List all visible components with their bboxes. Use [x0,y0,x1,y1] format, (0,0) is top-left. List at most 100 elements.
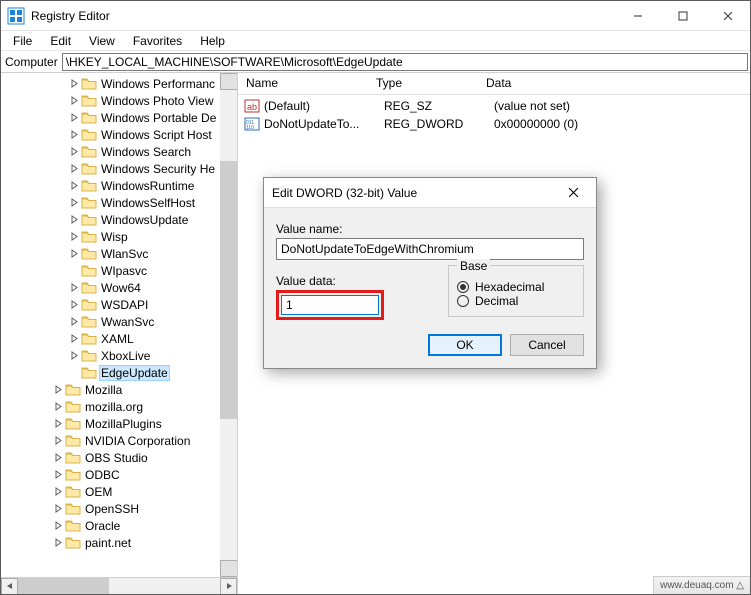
maximize-button[interactable] [660,1,705,30]
tree-item[interactable]: OBS Studio [3,449,237,466]
tree-item[interactable]: Windows Portable De [3,109,237,126]
ok-button[interactable]: OK [428,334,502,356]
chevron-right-icon[interactable] [51,470,65,479]
scroll-up-button[interactable] [220,73,238,90]
radio-decimal[interactable]: Decimal [457,294,575,308]
list-row[interactable]: ab(Default)REG_SZ(value not set) [238,97,750,115]
tree-item-label: OpenSSH [83,502,141,516]
menu-edit[interactable]: Edit [42,32,79,50]
chevron-right-icon[interactable] [67,334,81,343]
radio-hexadecimal[interactable]: Hexadecimal [457,280,575,294]
chevron-right-icon[interactable] [51,402,65,411]
chevron-right-icon[interactable] [67,198,81,207]
chevron-right-icon[interactable] [51,521,65,530]
chevron-right-icon[interactable] [67,96,81,105]
tree-item[interactable]: WlanSvc [3,245,237,262]
tree-item[interactable]: WindowsRuntime [3,177,237,194]
tree-item-label: NVIDIA Corporation [83,434,192,448]
tree-item[interactable]: mozilla.org [3,398,237,415]
dialog-title-bar[interactable]: Edit DWORD (32-bit) Value [264,178,596,208]
chevron-right-icon[interactable] [67,300,81,309]
chevron-right-icon[interactable] [67,164,81,173]
column-type[interactable]: Type [368,73,478,94]
window-title: Registry Editor [31,9,110,23]
tree-item[interactable]: ODBC [3,466,237,483]
tree-item[interactable]: paint.net [3,534,237,551]
minimize-button[interactable] [615,1,660,30]
tree-item[interactable]: Oracle [3,517,237,534]
tree-item[interactable]: XboxLive [3,347,237,364]
tree-item[interactable]: MozillaPlugins [3,415,237,432]
tree-item[interactable]: Windows Performanc [3,75,237,92]
chevron-right-icon[interactable] [51,385,65,394]
chevron-right-icon[interactable] [51,453,65,462]
value-data-input[interactable] [281,295,379,315]
menu-view[interactable]: View [81,32,123,50]
chevron-right-icon[interactable] [51,419,65,428]
tree-item[interactable]: Windows Photo View [3,92,237,109]
main-window: Registry Editor File Edit View Favorites… [0,0,751,595]
chevron-right-icon[interactable] [51,487,65,496]
tree-item[interactable]: EdgeUpdate [3,364,237,381]
tree-item[interactable]: NVIDIA Corporation [3,432,237,449]
column-name[interactable]: Name [238,73,368,94]
tree-item[interactable]: Mozilla [3,381,237,398]
folder-icon [65,519,81,533]
chevron-right-icon[interactable] [67,317,81,326]
tree-item[interactable]: XAML [3,330,237,347]
menu-help[interactable]: Help [192,32,233,50]
folder-icon [81,230,97,244]
chevron-right-icon[interactable] [67,215,81,224]
tree-vertical-scrollbar[interactable] [220,73,237,577]
tree-item[interactable]: WindowsUpdate [3,211,237,228]
chevron-right-icon[interactable] [67,130,81,139]
chevron-right-icon[interactable] [67,351,81,360]
tree-item[interactable]: Windows Script Host [3,126,237,143]
tree-view[interactable]: Windows PerformancWindows Photo ViewWind… [1,73,237,577]
scroll-down-button[interactable] [220,560,238,577]
column-data[interactable]: Data [478,73,750,94]
tree-item[interactable]: OEM [3,483,237,500]
chevron-right-icon[interactable] [67,232,81,241]
value-name-input[interactable] [276,238,584,260]
chevron-right-icon[interactable] [51,436,65,445]
tree-item[interactable]: Windows Search [3,143,237,160]
scroll-thumb[interactable] [18,578,109,594]
chevron-right-icon[interactable] [67,181,81,190]
chevron-right-icon[interactable] [51,538,65,547]
tree-item-label: EdgeUpdate [99,365,170,381]
close-button[interactable] [705,1,750,30]
chevron-right-icon[interactable] [67,147,81,156]
folder-icon [81,315,97,329]
tree-item-label: OEM [83,485,114,499]
regedit-icon [7,7,25,25]
menu-file[interactable]: File [5,32,40,50]
tree-item-label: WIpasvc [99,264,149,278]
cell-name: DoNotUpdateTo... [264,117,384,131]
cancel-button[interactable]: Cancel [510,334,584,356]
chevron-right-icon[interactable] [67,79,81,88]
scroll-thumb[interactable] [220,161,237,420]
chevron-right-icon[interactable] [67,113,81,122]
menu-favorites[interactable]: Favorites [125,32,190,50]
chevron-right-icon[interactable] [67,249,81,258]
scroll-left-button[interactable] [1,578,18,595]
address-input[interactable] [62,53,748,71]
tree-item[interactable]: WSDAPI [3,296,237,313]
tree-item[interactable]: WindowsSelfHost [3,194,237,211]
tree-item[interactable]: Windows Security He [3,160,237,177]
tree-item[interactable]: Wisp [3,228,237,245]
list-row[interactable]: 011110DoNotUpdateTo...REG_DWORD0x0000000… [238,115,750,133]
chevron-right-icon[interactable] [51,504,65,513]
chevron-right-icon[interactable] [67,283,81,292]
tree-item[interactable]: WwanSvc [3,313,237,330]
tree-item[interactable]: OpenSSH [3,500,237,517]
folder-icon [81,94,97,108]
dialog-close-button[interactable] [558,187,588,198]
scroll-right-button[interactable] [220,578,237,595]
tree-item[interactable]: WIpasvc [3,262,237,279]
tree-horizontal-scrollbar[interactable] [1,577,237,594]
folder-icon [81,213,97,227]
value-data-highlight [276,290,384,320]
tree-item[interactable]: Wow64 [3,279,237,296]
